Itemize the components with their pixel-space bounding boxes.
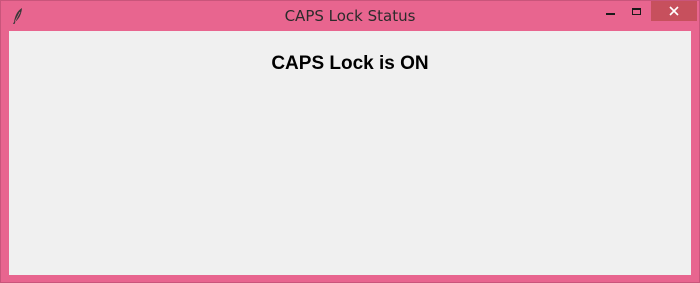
maximize-icon bbox=[631, 7, 641, 15]
app-window: CAPS Lock Status CAPS Lock is ON bbox=[0, 0, 700, 283]
caps-lock-status-label: CAPS Lock is ON bbox=[271, 53, 429, 74]
window-content: CAPS Lock is ON bbox=[9, 31, 691, 275]
close-icon bbox=[669, 6, 679, 16]
title-bar[interactable]: CAPS Lock Status bbox=[1, 1, 699, 31]
close-button[interactable] bbox=[651, 1, 697, 21]
minimize-icon bbox=[605, 13, 615, 15]
maximize-button[interactable] bbox=[621, 1, 651, 21]
